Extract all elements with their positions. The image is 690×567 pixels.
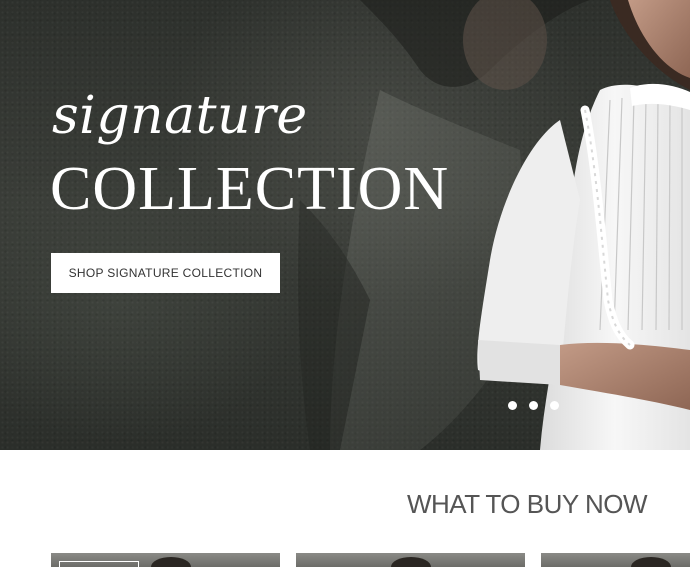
product-image <box>391 557 431 567</box>
product-grid <box>0 553 690 567</box>
product-card[interactable] <box>296 553 525 567</box>
product-card[interactable] <box>51 553 280 567</box>
hero-title-script: signature <box>52 86 308 146</box>
hero-model-photo <box>298 0 690 450</box>
hero-banner[interactable]: signature COLLECTION SHOP SIGNATURE COLL… <box>0 0 690 450</box>
product-image <box>151 557 191 567</box>
shop-signature-collection-button[interactable]: SHOP SIGNATURE COLLECTION <box>51 253 280 293</box>
product-tag <box>59 561 139 567</box>
carousel-dot-1[interactable] <box>508 401 517 410</box>
hero-title-caps: COLLECTION <box>50 155 450 223</box>
section-title: WHAT TO BUY NOW <box>406 489 648 519</box>
product-card[interactable] <box>541 553 690 567</box>
carousel-dot-3[interactable] <box>550 401 559 410</box>
carousel-dots <box>508 401 559 410</box>
carousel-dot-2[interactable] <box>529 401 538 410</box>
product-image <box>631 557 671 567</box>
